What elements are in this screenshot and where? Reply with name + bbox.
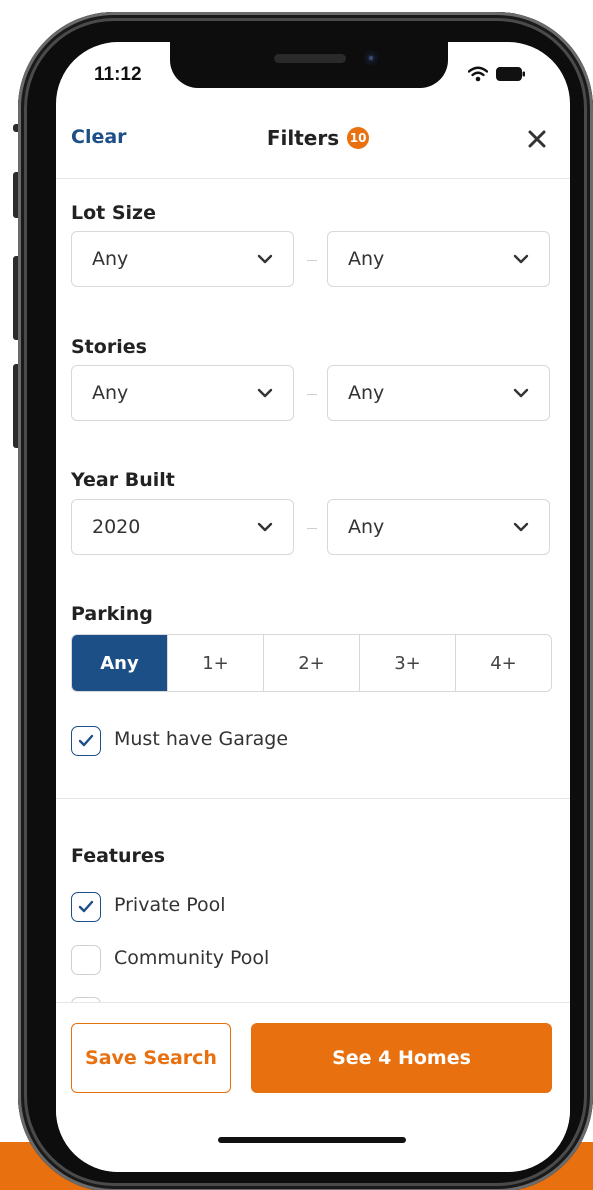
page-title: Filters: [266, 126, 340, 150]
stories-label: Stories: [71, 336, 147, 358]
community-pool-checkbox[interactable]: [71, 945, 101, 975]
header-title-area: Filters 10: [56, 126, 570, 150]
checkmark-icon: [78, 734, 94, 747]
chevron-down-icon: [513, 522, 529, 532]
phone-screen: 11:12 Clear Filters 10 Lot Size Any Any …: [56, 42, 570, 1172]
features-label: Features: [71, 845, 166, 867]
home-indicator[interactable]: [218, 1137, 406, 1143]
chevron-down-icon: [257, 388, 273, 398]
lot-size-max-value: Any: [348, 248, 385, 270]
range-separator: [307, 394, 317, 395]
wifi-icon: [468, 66, 488, 82]
see-homes-button[interactable]: See 4 Homes: [251, 1023, 552, 1093]
stories-min-value: Any: [92, 382, 129, 404]
checkmark-icon: [78, 900, 94, 913]
community-pool-label: Community Pool: [114, 947, 270, 969]
parking-option-4-plus[interactable]: 4+: [455, 635, 551, 691]
chevron-down-icon: [257, 522, 273, 532]
range-separator: [307, 528, 317, 529]
lot-size-label: Lot Size: [71, 202, 156, 224]
lot-size-min-select[interactable]: Any: [71, 231, 294, 287]
title-group: Filters 10: [266, 126, 370, 150]
filters-header: Clear Filters 10: [56, 122, 570, 179]
range-separator: [307, 260, 317, 261]
speaker-grille: [274, 54, 346, 63]
parking-option-any[interactable]: Any: [72, 635, 167, 691]
garage-label: Must have Garage: [114, 728, 289, 750]
year-built-max-select[interactable]: Any: [327, 499, 550, 555]
stories-max-select[interactable]: Any: [327, 365, 550, 421]
phone-notch: [170, 42, 448, 88]
footer-action-bar: Save Search See 4 Homes: [56, 1002, 570, 1172]
parking-segmented-control: Any 1+ 2+ 3+ 4+: [71, 634, 552, 692]
private-pool-label: Private Pool: [114, 894, 226, 916]
chevron-down-icon: [513, 388, 529, 398]
year-built-min-select[interactable]: 2020: [71, 499, 294, 555]
save-search-button[interactable]: Save Search: [71, 1023, 231, 1093]
year-built-label: Year Built: [71, 469, 175, 491]
stories-max-value: Any: [348, 382, 385, 404]
chevron-down-icon: [513, 254, 529, 264]
year-built-max-value: Any: [348, 516, 385, 538]
parking-option-2-plus[interactable]: 2+: [263, 635, 359, 691]
filter-count-badge: 10: [347, 127, 370, 149]
lot-size-max-select[interactable]: Any: [327, 231, 550, 287]
parking-label: Parking: [71, 603, 153, 625]
parking-option-1-plus[interactable]: 1+: [167, 635, 263, 691]
stories-min-select[interactable]: Any: [71, 365, 294, 421]
status-time: 11:12: [94, 64, 142, 85]
private-pool-checkbox[interactable]: [71, 892, 101, 922]
camera-icon: [364, 51, 378, 65]
year-built-min-value: 2020: [92, 516, 141, 538]
chevron-down-icon: [257, 254, 273, 264]
close-icon[interactable]: [526, 128, 548, 150]
lot-size-min-value: Any: [92, 248, 129, 270]
battery-icon: [496, 67, 525, 81]
garage-checkbox[interactable]: [71, 726, 101, 756]
screenshot-stage: 11:12 Clear Filters 10 Lot Size Any Any …: [0, 0, 593, 1190]
parking-option-3-plus[interactable]: 3+: [359, 635, 455, 691]
section-divider: [56, 798, 570, 799]
